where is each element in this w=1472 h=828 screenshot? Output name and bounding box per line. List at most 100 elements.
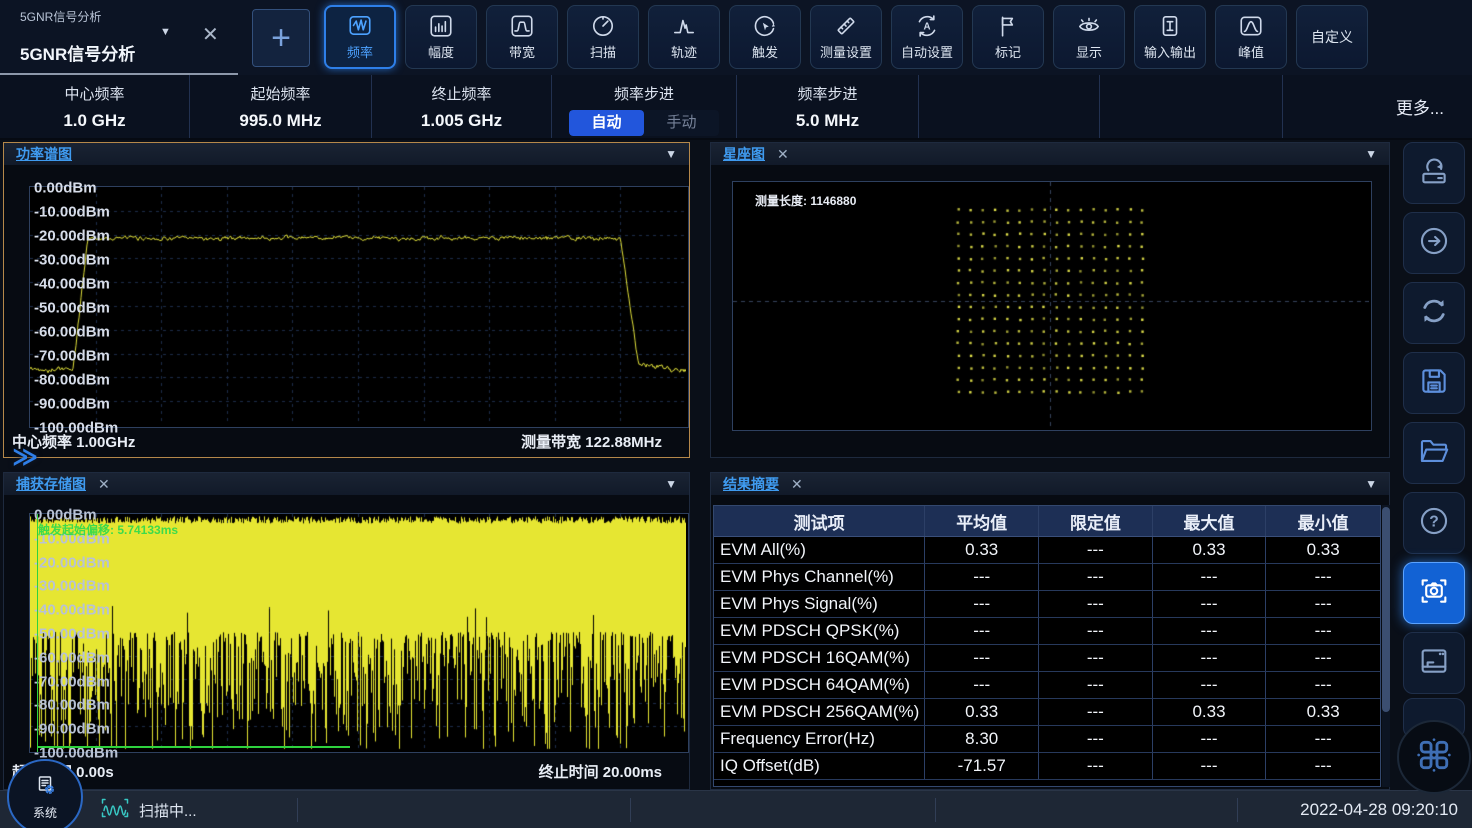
summary-title-bar: 结果摘要 ✕ ▼ [711,473,1389,495]
navigator-button[interactable] [1397,720,1471,794]
table-cell: 0.33 [1153,699,1267,725]
table-cell: --- [1153,753,1267,779]
toolbar-button-sweep[interactable]: 扫描 [567,5,639,69]
constellation-title[interactable]: 星座图 [723,144,765,164]
toolbar-button-frequency[interactable]: 频率 [324,5,396,69]
sidebar-button-preset[interactable] [1403,142,1465,204]
table-row: Frequency Error(Hz)8.30--------- [714,726,1380,753]
system-button[interactable]: 系统 [7,759,83,828]
measure-length-label: 测量长度: 1146880 [755,192,856,209]
table-cell: --- [1266,645,1380,671]
spectrum-plot-area[interactable]: 0.00dBm-10.00dBm-20.00dBm-30.00dBm-40.00… [29,186,689,428]
freq-cell-value[interactable]: 1.005 GHz [421,111,502,131]
table-row: EVM PDSCH QPSK(%)------------ [714,618,1380,645]
summary-scrollbar[interactable] [1382,505,1390,787]
toolbar-button-label: 标记 [995,42,1021,61]
table-cell: 0.33 [1266,537,1380,563]
collapse-icon[interactable]: ▼ [1365,147,1377,161]
freq-cell-1[interactable]: 起始频率995.0 MHz [190,75,372,138]
svg-text:?: ? [1429,513,1439,530]
freq-cell-3[interactable]: 频率步进自动手动 [552,75,737,138]
table-cell: --- [1153,645,1267,671]
amplitude-icon [428,13,454,39]
toolbar-button-auto-settings[interactable]: A自动设置 [891,5,963,69]
summary-scrollbar-thumb[interactable] [1382,507,1390,712]
toggle-option-手动[interactable]: 手动 [644,110,719,136]
table-cell: --- [1266,726,1380,752]
toolbar-button-input-output[interactable]: 输入输出 [1134,5,1206,69]
freq-cell-value[interactable]: 995.0 MHz [239,111,321,131]
tab-dropdown-icon[interactable]: ▼ [160,26,171,38]
freq-cell-value[interactable]: 1.0 GHz [63,111,125,131]
sidebar-button-window-layout[interactable] [1403,632,1465,694]
toolbar-button-custom[interactable]: 自定义 [1296,5,1368,69]
toolbar-button-marker[interactable]: 标记 [972,5,1044,69]
toolbar-button-label: 峰值 [1238,42,1264,61]
freq-cell-7[interactable]: 更多... [1283,75,1472,138]
freq-cell-2[interactable]: 终止频率1.005 GHz [372,75,552,138]
toolbar-button-measure-settings[interactable]: 测量设置 [810,5,882,69]
summary-close-icon[interactable]: ✕ [791,476,803,493]
summary-title[interactable]: 结果摘要 [723,474,779,494]
sidebar-button-continuous[interactable] [1403,282,1465,344]
capture-memory-panel: 捕获存储图 ✕ ▼ 0.00dBm-10.00dBm-20.00dBm-30.0… [3,472,690,790]
constellation-plot-area[interactable]: 测量长度: 1146880 [732,181,1372,431]
table-cell: --- [925,645,1039,671]
sidebar-button-save[interactable] [1403,352,1465,414]
sidebar-button-help[interactable]: ? [1403,492,1465,554]
sidebar-button-open[interactable] [1403,422,1465,484]
toggle-option-自动[interactable]: 自动 [569,110,644,136]
scan-status-text: 扫描中... [139,800,197,821]
toolbar-button-label: 扫描 [590,42,616,61]
more-button[interactable]: 更多... [1396,94,1444,119]
toolbar-button-amplitude[interactable]: 幅度 [405,5,477,69]
freq-cell-0[interactable]: 中心频率 1.0 GHz [0,75,190,138]
collapse-icon[interactable]: ▼ [665,147,677,161]
capture-title[interactable]: 捕获存储图 [16,474,86,494]
table-cell: --- [1039,537,1153,563]
toolbar-button-trace[interactable]: 轨迹 [648,5,720,69]
table-cell: --- [1039,618,1153,644]
toolbar-button-bandwidth[interactable]: 带宽 [486,5,558,69]
sidebar-button-run[interactable] [1403,212,1465,274]
table-cell: 0.33 [1266,699,1380,725]
collapse-icon[interactable]: ▼ [1365,477,1377,491]
table-cell: --- [1039,699,1153,725]
column-header: 最小值 [1266,506,1380,536]
table-cell: --- [1039,564,1153,590]
capture-plot-area[interactable]: 0.00dBm-10.00dBm-20.00dBm-30.00dBm-40.00… [29,513,689,753]
freq-cell-4[interactable]: 频率步进5.0 MHz [737,75,919,138]
capture-close-icon[interactable]: ✕ [98,476,110,493]
tab-close-icon[interactable]: ✕ [202,22,219,47]
toolbar-button-trigger[interactable]: 触发 [729,5,801,69]
table-cell: --- [1266,564,1380,590]
freq-cell-value[interactable]: 5.0 MHz [796,111,859,131]
bandwidth-icon [509,13,535,39]
toolbar-button-label: 频率 [347,42,373,61]
table-cell: --- [1039,591,1153,617]
measure-settings-icon [833,13,859,39]
marker-icon [995,13,1021,39]
expand-handle-icon[interactable]: ≫ [12,442,38,472]
table-cell: --- [1266,672,1380,698]
freq-cell-label: 中心频率 [64,83,124,104]
cross-navigator-icon [1411,732,1457,783]
toolbar-button-display[interactable]: 显示 [1053,5,1125,69]
toolbar-button-label: 自定义 [1311,27,1353,47]
table-cell: --- [1153,591,1267,617]
auto-settings-icon: A [914,13,940,39]
power-spectrum-title[interactable]: 功率谱图 [16,144,72,164]
sweep-icon [590,13,616,39]
collapse-icon[interactable]: ▼ [665,477,677,491]
table-cell: EVM Phys Signal(%) [714,591,925,617]
constellation-close-icon[interactable]: ✕ [777,146,789,163]
table-cell: IQ Offset(dB) [714,753,925,779]
toolbar-button-label: 输入输出 [1144,42,1196,61]
frequency-settings-bar: 中心频率1.0 GHz起始频率995.0 MHz终止频率1.005 GHz频率步… [0,75,1472,140]
toolbar-button-peak[interactable]: 峰值 [1215,5,1287,69]
add-tab-button[interactable]: + [252,9,310,67]
sidebar-button-screenshot[interactable] [1403,562,1465,624]
column-header: 限定值 [1039,506,1153,536]
table-cell: --- [925,591,1039,617]
toolbar-button-label: 幅度 [428,42,454,61]
